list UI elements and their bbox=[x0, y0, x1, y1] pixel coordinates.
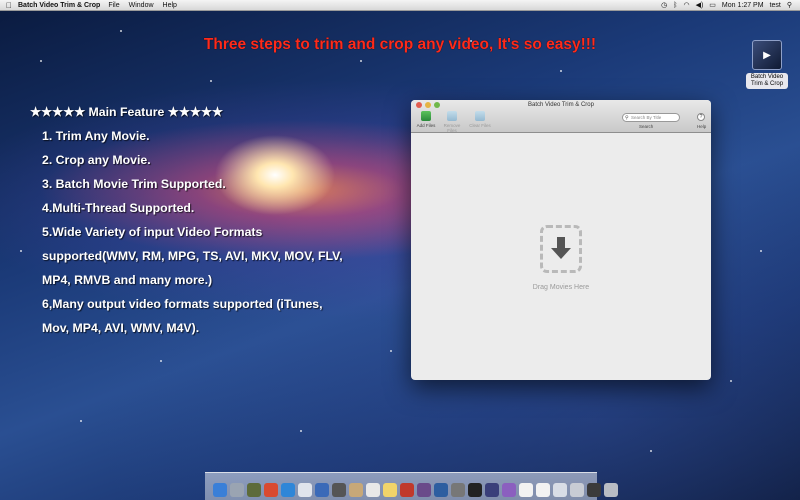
camera-app-icon[interactable] bbox=[587, 483, 601, 497]
remove-files-label: Remove Files bbox=[443, 123, 461, 133]
clear-files-icon bbox=[475, 111, 485, 121]
finder-icon[interactable] bbox=[213, 483, 227, 497]
battery-icon[interactable]: ▭ bbox=[709, 1, 716, 9]
search-label: Search bbox=[639, 124, 654, 129]
feature-heading: ★★★★★ Main Feature ★★★★★ bbox=[30, 105, 223, 119]
folder-icon[interactable] bbox=[553, 483, 567, 497]
itunes-icon[interactable] bbox=[417, 483, 431, 497]
clear-files-label: Clear Files bbox=[469, 123, 491, 128]
headline: Three steps to trim and crop any video, … bbox=[203, 36, 597, 53]
contacts-icon[interactable] bbox=[349, 483, 363, 497]
menu-app-name[interactable]: Batch Video Trim & Crop bbox=[18, 2, 100, 9]
remove-files-button[interactable]: Remove Files bbox=[439, 111, 465, 133]
window-toolbar: Batch Video Trim & Crop Add Files Remove… bbox=[411, 100, 711, 133]
wifi-icon[interactable]: ◠ bbox=[683, 1, 689, 9]
calendar-icon[interactable] bbox=[366, 483, 380, 497]
add-files-icon bbox=[421, 111, 431, 121]
feature-line: 2. Crop any Movie. bbox=[42, 153, 151, 167]
system-preferences-icon[interactable] bbox=[451, 483, 465, 497]
downloads-icon[interactable] bbox=[570, 483, 584, 497]
feature-line: 5.Wide Variety of input Video Formats bbox=[42, 225, 263, 239]
launchpad-icon[interactable] bbox=[230, 483, 244, 497]
menu-file[interactable]: File bbox=[108, 2, 119, 9]
camera-icon[interactable] bbox=[332, 483, 346, 497]
terminal-icon[interactable] bbox=[468, 483, 482, 497]
search-input[interactable]: ⚲ Search By Title bbox=[622, 113, 680, 122]
feature-line: 3. Batch Movie Trim Supported. bbox=[42, 177, 226, 191]
spotlight-icon[interactable]: ⚲ bbox=[787, 1, 792, 9]
help-button[interactable]: ? bbox=[697, 113, 705, 121]
drop-label: Drag Movies Here bbox=[532, 284, 590, 291]
clock[interactable]: Mon 1:27 PM bbox=[722, 2, 764, 9]
dock bbox=[205, 472, 618, 500]
chrome-icon[interactable] bbox=[264, 483, 278, 497]
feature-line: MP4, RMVB and many more.) bbox=[42, 273, 213, 287]
feature-line: Mov, MP4, AVI, WMV, M4V). bbox=[42, 321, 200, 335]
document-icon[interactable] bbox=[519, 483, 533, 497]
safari-icon[interactable] bbox=[281, 483, 295, 497]
app-store-icon[interactable] bbox=[434, 483, 448, 497]
menu-help[interactable]: Help bbox=[163, 2, 177, 9]
notes-icon[interactable] bbox=[383, 483, 397, 497]
help-label: Help bbox=[697, 124, 707, 129]
time-machine-icon[interactable]: ◷ bbox=[661, 1, 667, 9]
trash-icon[interactable] bbox=[604, 483, 618, 497]
user-name[interactable]: test bbox=[770, 2, 781, 9]
feature-line: supported(WMV, RM, MPG, TS, AVI, MKV, MO… bbox=[42, 249, 343, 263]
clear-files-button[interactable]: Clear Files bbox=[467, 111, 493, 128]
feature-line: 4.Multi-Thread Supported. bbox=[42, 201, 195, 215]
facetime-icon[interactable] bbox=[315, 483, 329, 497]
mail-icon[interactable] bbox=[298, 483, 312, 497]
bluetooth-icon[interactable]: ᛒ bbox=[673, 2, 677, 9]
search-icon: ⚲ bbox=[625, 115, 629, 121]
menubar-status-area: ◷ ᛒ ◠ ◀) ▭ Mon 1:27 PM test ⚲ bbox=[661, 1, 800, 10]
desktop-icon-label: Batch Video Trim & Crop bbox=[746, 73, 788, 89]
download-arrow-icon bbox=[551, 237, 571, 259]
menubar:  Batch Video Trim & Crop File Window He… bbox=[0, 0, 800, 11]
menu-window[interactable]: Window bbox=[129, 2, 154, 9]
drop-zone[interactable]: Drag Movies Here bbox=[411, 134, 711, 380]
apple-menu-icon[interactable]:  bbox=[0, 1, 18, 10]
trim-crop-dock-icon[interactable] bbox=[502, 483, 516, 497]
video-app-icon[interactable] bbox=[485, 483, 499, 497]
feature-line: 1. Trim Any Movie. bbox=[42, 129, 150, 143]
remove-files-icon bbox=[447, 111, 457, 121]
photo-booth-icon[interactable] bbox=[400, 483, 414, 497]
add-files-label: Add Files bbox=[416, 123, 436, 128]
mission-control-icon[interactable] bbox=[247, 483, 261, 497]
feature-line: 6,Many output video formats supported (i… bbox=[42, 297, 323, 311]
drop-target-box[interactable] bbox=[540, 225, 582, 273]
document-icon-2[interactable] bbox=[536, 483, 550, 497]
desktop-app-icon[interactable]: ▶ Batch Video Trim & Crop bbox=[746, 40, 788, 89]
app-icon: ▶ bbox=[752, 40, 782, 70]
app-window: Batch Video Trim & Crop Add Files Remove… bbox=[411, 100, 711, 380]
window-title: Batch Video Trim & Crop bbox=[528, 102, 594, 108]
add-files-button[interactable]: Add Files bbox=[413, 111, 439, 128]
volume-icon[interactable]: ◀) bbox=[696, 1, 704, 9]
feature-list: ★★★★★ Main Feature ★★★★★ 1. Trim Any Mov… bbox=[30, 100, 395, 340]
search-placeholder: Search By Title bbox=[631, 115, 662, 120]
